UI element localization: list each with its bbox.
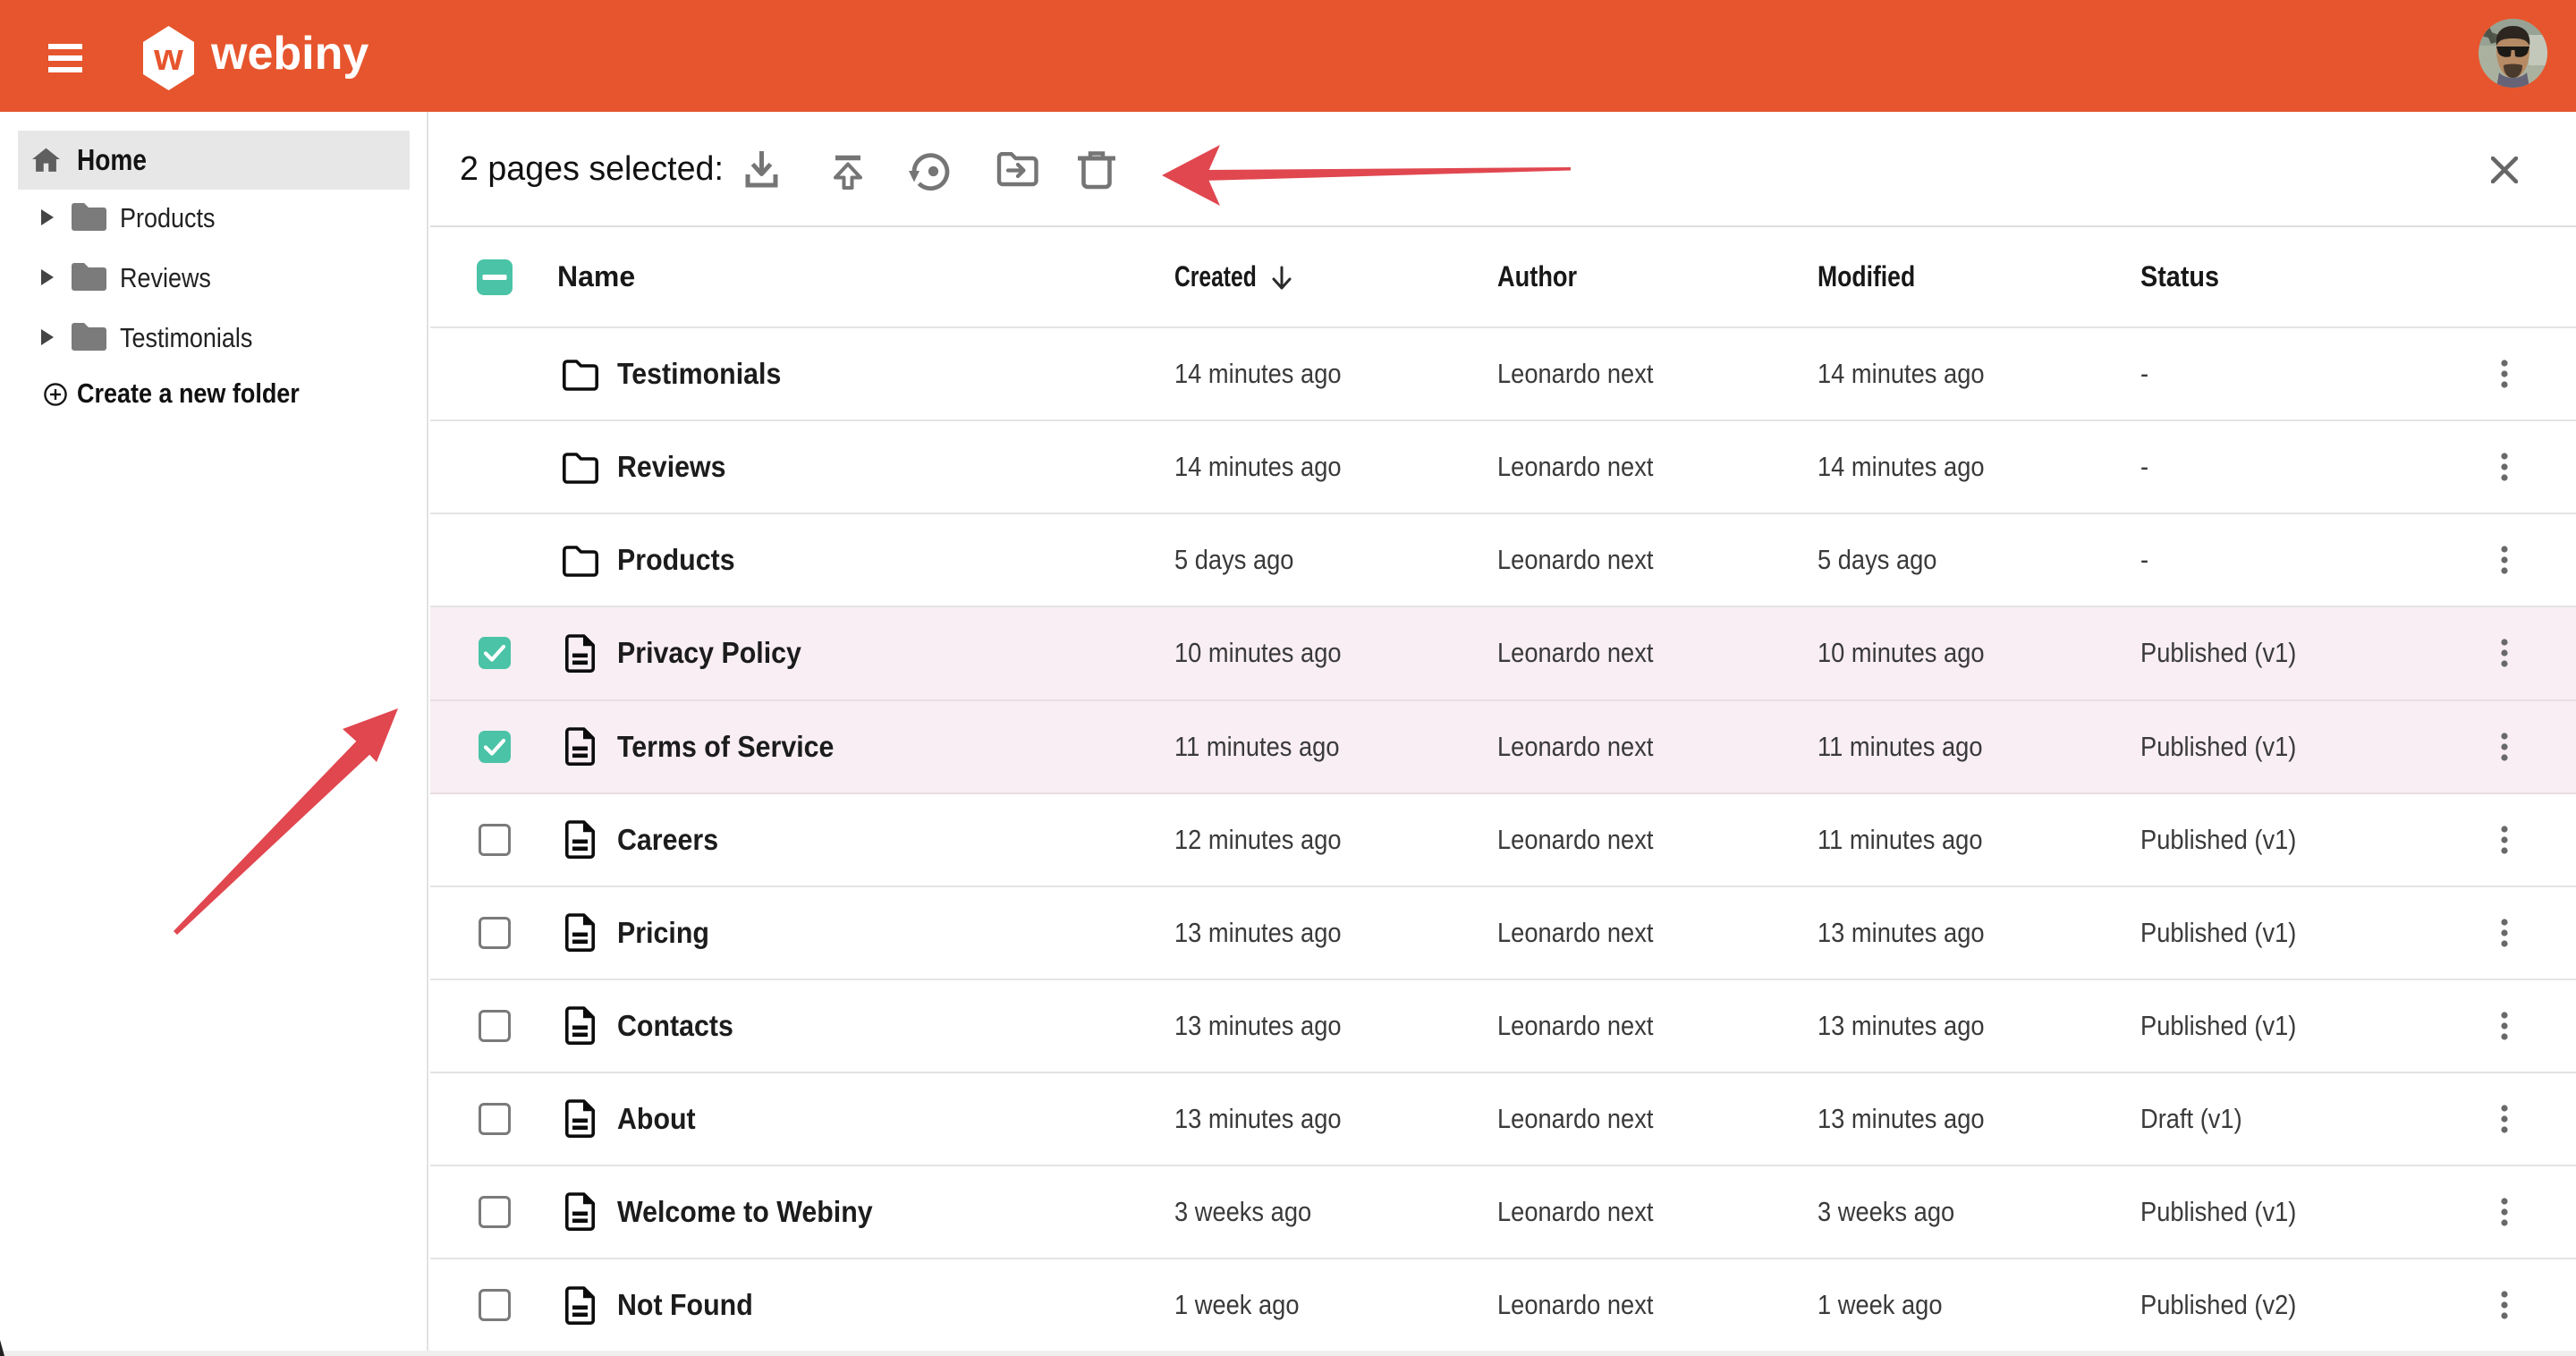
svg-text:w: w	[153, 36, 183, 78]
